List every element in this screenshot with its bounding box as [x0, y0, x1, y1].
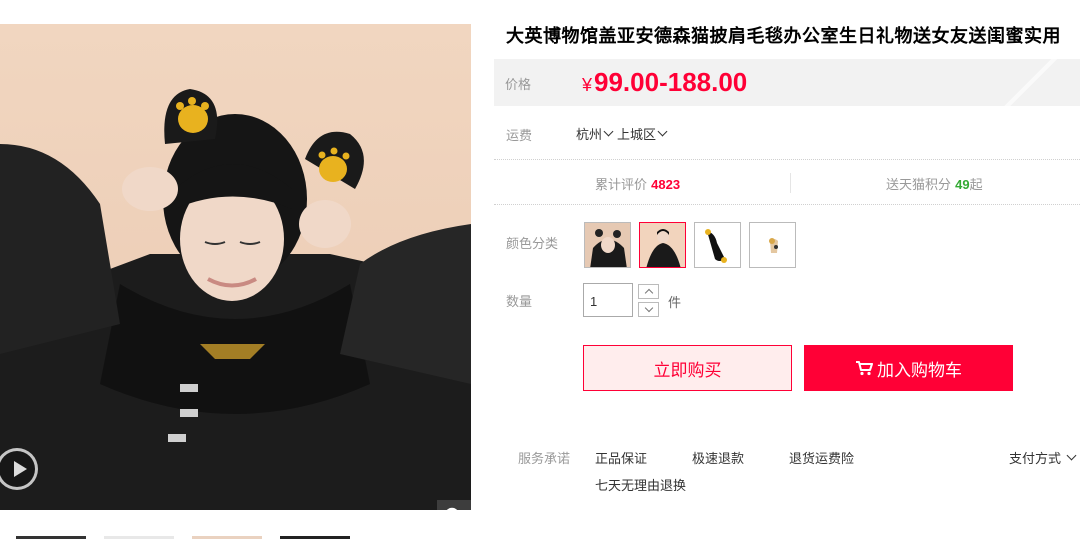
service-item[interactable]: 退货运费险 [789, 448, 854, 467]
main-product-image[interactable] [0, 24, 471, 510]
color-swatch[interactable] [749, 222, 796, 268]
buy-now-label: 立即购买 [653, 360, 722, 381]
price-panel: 价格 ¥99.00-188.00 [494, 59, 1080, 106]
color-swatch[interactable] [694, 222, 741, 268]
cart-icon [855, 360, 873, 376]
stats-row: 累计评价 4823 送天猫积分 49起 [494, 159, 1080, 205]
price-value: ¥99.00-188.00 [582, 67, 747, 98]
thumbnail[interactable] [192, 536, 262, 540]
product-title: 大英博物馆盖亚安德森猫披肩毛毯办公室生日礼物送女友送闺蜜实用 [506, 26, 1061, 47]
points-suffix: 起 [969, 178, 983, 193]
reviews-label: 累计评价 [595, 178, 648, 193]
price-range: 99.00-188.00 [594, 67, 748, 97]
divider [790, 173, 791, 193]
shipping-district[interactable]: 上城区 [617, 124, 656, 143]
service-item[interactable]: 正品保证 [595, 448, 647, 467]
currency-symbol: ¥ [582, 75, 593, 95]
points-stat: 送天猫积分 49起 [886, 174, 983, 193]
chevron-down-icon[interactable] [657, 126, 668, 137]
buy-now-button[interactable]: 立即购买 [583, 345, 792, 391]
color-swatch[interactable] [639, 222, 686, 268]
quantity-unit: 件 [668, 296, 682, 311]
reviews-stat[interactable]: 累计评价 4823 [595, 174, 680, 193]
thumbnail[interactable] [104, 536, 174, 540]
price-label: 价格 [505, 78, 532, 93]
service-item[interactable]: 极速退款 [692, 448, 744, 467]
add-to-cart-button[interactable]: 加入购物车 [804, 345, 1013, 391]
shipping-label: 运费 [506, 129, 533, 144]
color-swatch[interactable] [584, 222, 631, 268]
shipping-selector[interactable]: 杭州 上城区 [576, 124, 671, 143]
shipping-city[interactable]: 杭州 [576, 124, 602, 143]
payment-label[interactable]: 支付方式 [1009, 448, 1061, 467]
quantity-input[interactable]: 1 [583, 283, 633, 317]
service-item[interactable]: 七天无理由退换 [595, 475, 686, 494]
thumbnail[interactable] [280, 536, 350, 540]
chevron-down-icon[interactable] [603, 126, 614, 137]
thumbnail[interactable] [16, 536, 86, 540]
thumbnail-strip [16, 536, 350, 540]
product-photo [0, 89, 471, 510]
quantity-decrease-icon[interactable] [638, 302, 659, 317]
chevron-down-icon[interactable] [1066, 450, 1077, 461]
quantity-label: 数量 [506, 295, 533, 310]
points-prefix: 送天猫积分 [886, 178, 952, 193]
zoom-icon[interactable] [437, 500, 471, 510]
color-swatches [584, 222, 796, 268]
quantity-increase-icon[interactable] [638, 284, 659, 299]
points-value: 49 [955, 177, 970, 192]
add-to-cart-label: 加入购物车 [877, 360, 962, 381]
payment-methods[interactable]: 支付方式 [1009, 448, 1080, 467]
color-label: 颜色分类 [506, 237, 559, 252]
reviews-count: 4823 [651, 177, 681, 192]
service-label: 服务承诺 [518, 452, 571, 467]
